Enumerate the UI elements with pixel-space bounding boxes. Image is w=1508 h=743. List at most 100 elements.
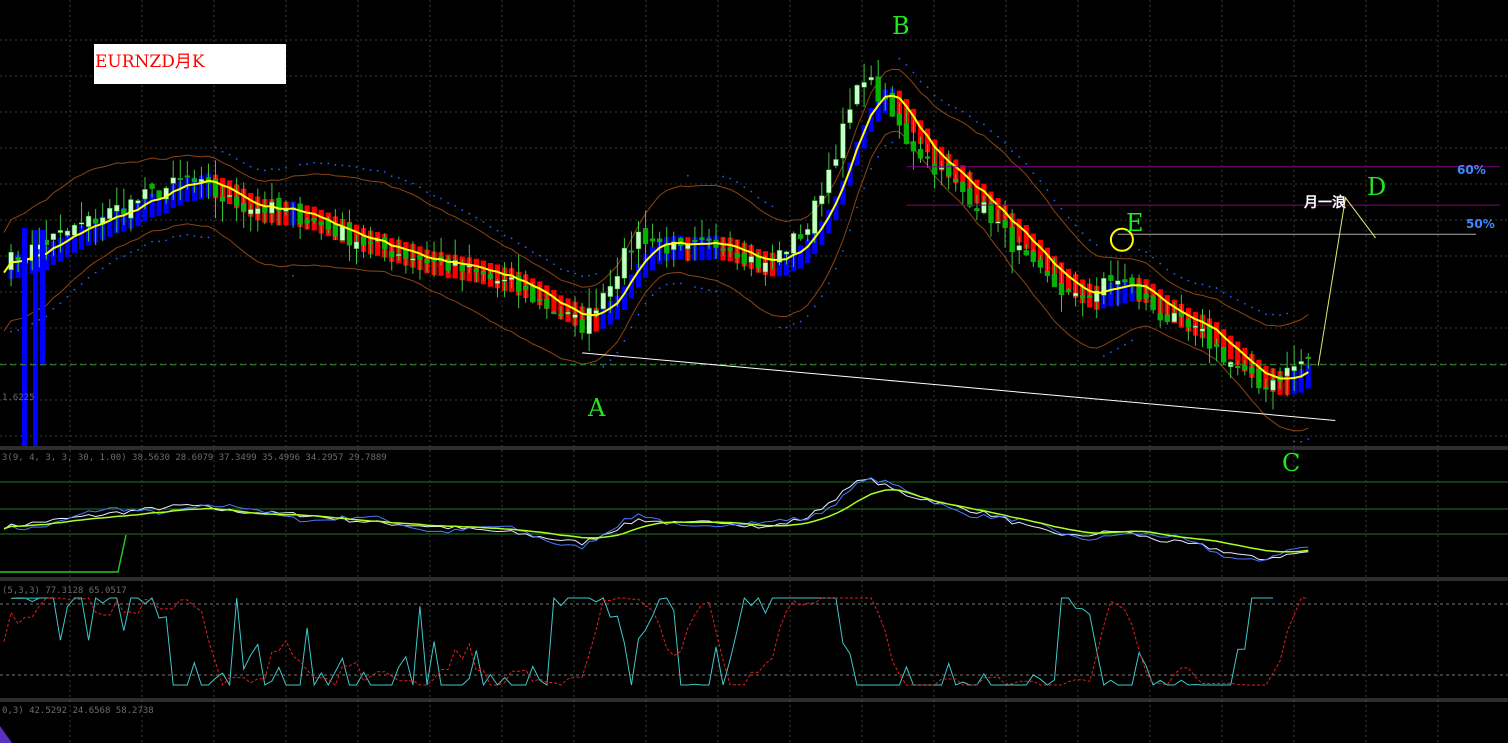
candle-body — [1150, 296, 1156, 311]
candle-body — [657, 238, 663, 242]
sar-dot — [616, 351, 619, 354]
early-trend-bar — [33, 230, 38, 446]
sar-dot — [595, 272, 598, 275]
candle-body — [939, 167, 945, 170]
wave-annotation: 月一浪 — [1304, 195, 1346, 211]
candle-body — [71, 224, 78, 236]
candle-body — [367, 241, 374, 244]
sar-dot — [694, 286, 696, 288]
sar-dot — [17, 329, 19, 332]
candle-body — [1171, 312, 1177, 323]
sar-dot — [313, 161, 316, 164]
sar-dot — [743, 186, 746, 188]
sar-dot — [574, 272, 576, 275]
sar-dot — [905, 64, 908, 66]
sar-dot — [263, 169, 266, 172]
candle-body — [621, 247, 628, 279]
candle-body — [868, 77, 874, 81]
candle-body — [1305, 356, 1311, 359]
candle-body — [1221, 346, 1227, 363]
trend-bar — [64, 233, 71, 258]
sar-dot — [1152, 256, 1155, 259]
candle-body — [586, 308, 592, 334]
candle-body — [826, 169, 832, 194]
candle-body — [1284, 367, 1290, 377]
candle-body — [1206, 324, 1213, 349]
candle-body — [565, 311, 571, 315]
sar-dot — [1046, 189, 1049, 192]
candle-body — [1030, 251, 1036, 263]
candle-body — [544, 299, 550, 309]
sar-dot — [827, 282, 830, 285]
candle-body — [875, 76, 881, 102]
sar-dot — [686, 174, 689, 177]
candle-body — [642, 228, 649, 245]
sar-dot — [1243, 302, 1246, 305]
candle-body — [1298, 361, 1304, 365]
candle-body — [1270, 379, 1276, 391]
candle-body — [459, 264, 465, 272]
candle-body — [1108, 275, 1114, 281]
sar-dot — [482, 221, 485, 223]
candle-body — [226, 195, 233, 198]
candle-body — [607, 285, 613, 297]
candle-body — [135, 200, 141, 204]
candle-body — [410, 258, 416, 261]
sar-dot — [66, 295, 69, 298]
sar-dot — [785, 326, 788, 329]
candle-body — [241, 203, 247, 211]
osc-line-1 — [3, 477, 1309, 561]
sar-dot — [517, 242, 520, 245]
candle-body — [170, 177, 176, 184]
sar-dot — [165, 239, 168, 242]
sar-dot — [1053, 199, 1056, 202]
sar-dot — [1272, 313, 1274, 316]
sar-dot — [1088, 239, 1091, 241]
sar-dot — [898, 57, 901, 60]
sar-dot — [355, 166, 358, 168]
sar-dot — [968, 115, 971, 118]
candle-body — [960, 182, 966, 192]
osc-line-2 — [3, 477, 1309, 562]
candle-body — [748, 256, 754, 263]
sar-dot — [1102, 355, 1105, 358]
candle-body — [494, 280, 501, 284]
sar-dot — [1166, 268, 1169, 271]
candle-body — [628, 250, 635, 253]
candle-body — [917, 148, 924, 159]
trend-bar — [798, 244, 804, 269]
sar-dot — [1187, 279, 1190, 282]
sar-dot — [419, 186, 421, 189]
sar-dot — [115, 257, 118, 260]
candle-body — [234, 196, 240, 207]
sar-dot — [842, 250, 844, 252]
sar-dot — [891, 141, 894, 144]
sar-dot — [327, 162, 330, 165]
candle-body — [974, 208, 980, 212]
sar-dot — [73, 288, 76, 291]
sar-dot — [947, 104, 950, 106]
indicator-2-label: (5,3,3) 77.3128 65.0517 — [2, 586, 127, 596]
sar-dot — [567, 270, 569, 273]
candle-body — [508, 277, 515, 280]
candle-body — [417, 255, 423, 260]
candle-body — [1157, 313, 1163, 321]
trend-bar — [78, 225, 85, 250]
sar-dot — [193, 235, 196, 237]
sar-dot — [1265, 313, 1267, 316]
sar-dot — [1117, 347, 1119, 350]
sar-dot — [496, 229, 499, 232]
candle-body — [953, 178, 959, 182]
sar-dot — [137, 249, 139, 251]
sar-dot — [708, 289, 710, 291]
candle-body — [389, 251, 395, 258]
corner-marker — [0, 726, 12, 743]
sar-dot — [940, 99, 943, 102]
sar-dot — [1067, 216, 1070, 219]
sar-dot — [644, 302, 647, 305]
sar-dot — [1293, 440, 1296, 443]
candle-body — [346, 222, 353, 245]
sar-dot — [954, 107, 957, 109]
candle-body — [128, 199, 134, 219]
sar-dot — [278, 168, 280, 171]
